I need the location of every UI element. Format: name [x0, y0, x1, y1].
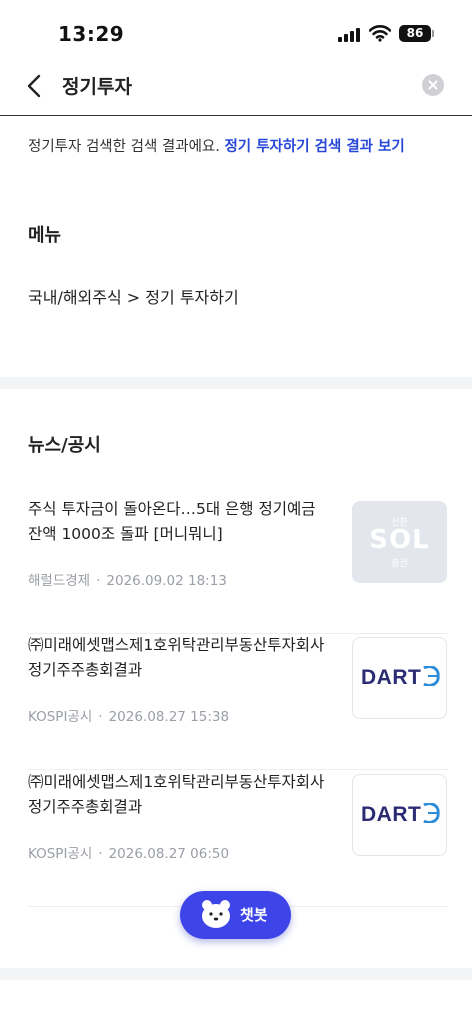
bear-face-icon — [202, 900, 230, 928]
dart-mark-icon — [423, 803, 440, 823]
meta-separator: · — [98, 846, 103, 862]
cellular-signal-icon — [338, 27, 360, 42]
news-thumbnail: 신한 SOL 증권 — [352, 501, 447, 583]
chevron-left-icon[interactable] — [22, 71, 48, 101]
news-meta: 해럴드경제 · 2026.09.02 18:13 — [28, 569, 227, 589]
suggestion-link[interactable]: 정기 투자하기 검색 결과 보기 — [224, 139, 404, 155]
search-header: 정기투자 — [0, 62, 472, 116]
news-date: 2026.08.27 06:50 — [108, 846, 230, 862]
meta-separator: · — [98, 709, 103, 725]
news-thumbnail: DART — [352, 637, 447, 719]
sol-logo: SOL — [369, 525, 430, 555]
chatbot-label: 챗봇 — [240, 906, 268, 924]
dart-logo: DART — [361, 666, 422, 689]
news-date: 2026.08.27 15:38 — [108, 709, 230, 725]
news-item[interactable]: ㈜미래에셋맵스제1호위탁관리부동산투자회사 정기주주총회결과 KOSPI공시 · 2… — [28, 770, 448, 907]
news-headline: 주식 투자금이 돌아온다…5대 은행 정기예금 잔액 1000조 돌파 [머니뭐… — [28, 500, 316, 543]
news-item[interactable]: 주식 투자금이 돌아온다…5대 은행 정기예금 잔액 1000조 돌파 [머니뭐… — [28, 497, 448, 634]
section-divider — [0, 377, 472, 389]
news-meta: KOSPI공시 · 2026.08.27 06:50 — [28, 842, 229, 862]
news-headline: ㈜미래에셋맵스제1호위탁관리부동산투자회사 정기주주총회결과 — [28, 773, 325, 816]
news-section-title: 뉴스/공시 — [28, 435, 101, 456]
chatbot-button[interactable]: 챗봇 — [180, 891, 291, 939]
news-headline: ㈜미래에셋맵스제1호위탁관리부동산투자회사 정기주주총회결과 — [28, 636, 325, 679]
bottom-divider — [0, 968, 472, 980]
battery-indicator: 86 — [399, 25, 431, 42]
news-source: KOSPI공시 — [28, 709, 93, 725]
news-meta: KOSPI공시 · 2026.08.27 15:38 — [28, 705, 229, 725]
news-date: 2026.09.02 18:13 — [106, 573, 227, 589]
dart-logo: DART — [361, 803, 422, 826]
news-source: 해럴드경제 — [28, 573, 91, 589]
status-time: 13:29 — [58, 22, 125, 46]
clear-icon[interactable] — [422, 74, 444, 96]
wifi-icon — [369, 25, 391, 42]
search-suggestion: 정기투자 검색한 검색 결과에요. 정기 투자하기 검색 결과 보기 — [28, 135, 405, 156]
news-thumbnail: DART — [352, 774, 447, 856]
news-source: KOSPI공시 — [28, 846, 93, 862]
sol-logo-sub: 증권 — [391, 559, 408, 569]
menu-section-title: 메뉴 — [28, 225, 62, 246]
news-item[interactable]: ㈜미래에셋맵스제1호위탁관리부동산투자회사 정기주주총회결과 KOSPI공시 · 2… — [28, 633, 448, 770]
dart-mark-icon — [423, 666, 440, 686]
menu-result-item[interactable]: 국내/해외주식 > 정기 투자하기 — [28, 284, 239, 308]
suggestion-text: 정기투자 검색한 검색 결과에요. — [28, 139, 220, 155]
status-bar: 13:29 86 — [0, 0, 472, 62]
meta-separator: · — [96, 573, 101, 589]
battery-cap — [432, 30, 434, 37]
search-input[interactable]: 정기투자 — [62, 72, 132, 99]
